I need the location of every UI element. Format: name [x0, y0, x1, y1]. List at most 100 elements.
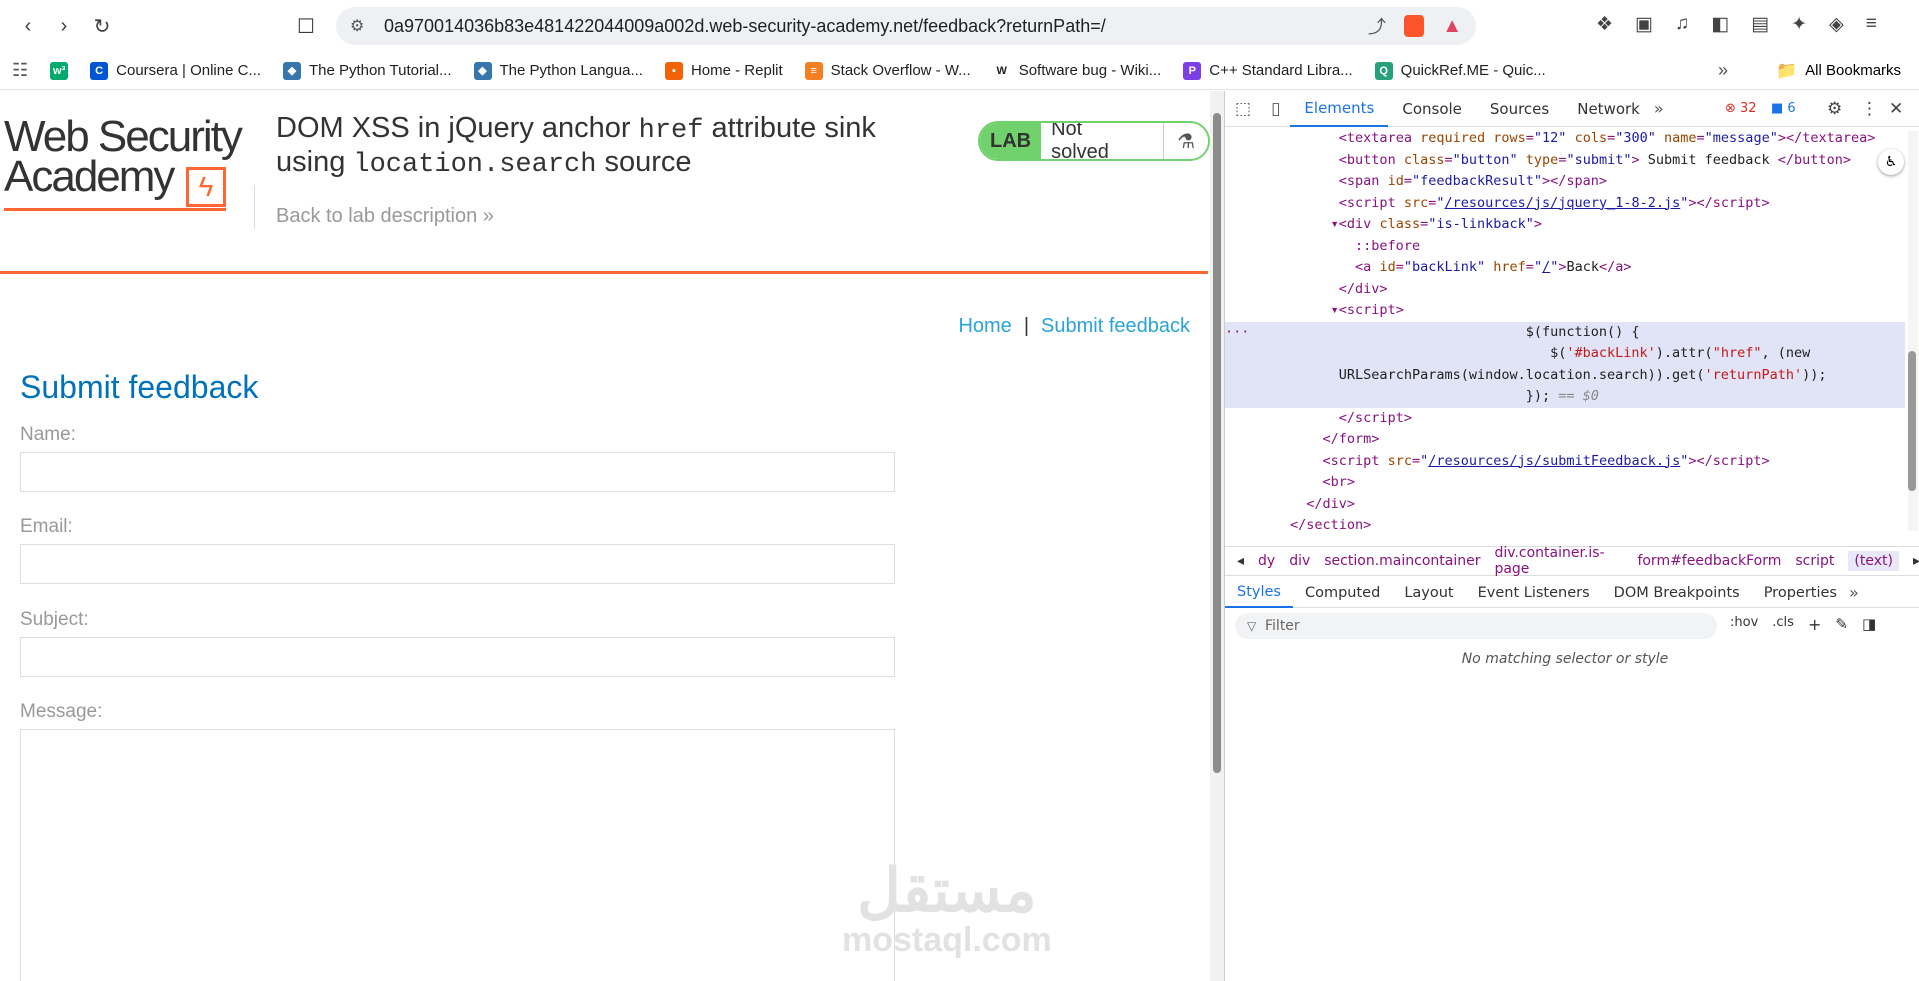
- bookmark-item[interactable]: C Coursera | Online C...: [90, 61, 261, 80]
- dom-line[interactable]: <a id="backLink" href="/">Back</a>: [1225, 257, 1905, 279]
- dom-line[interactable]: ▾<div class="is-linkback">: [1225, 214, 1905, 236]
- dom-line[interactable]: </div>: [1225, 494, 1905, 516]
- tab-elements[interactable]: Elements: [1290, 91, 1389, 127]
- reader-mode-icon[interactable]: ▣: [1635, 13, 1653, 36]
- dom-line-selected[interactable]: ··· $(function() {: [1225, 321, 1905, 343]
- tab-dom-breakpoints[interactable]: DOM Breakpoints: [1602, 578, 1752, 608]
- nav-submit-feedback-link[interactable]: Submit feedback: [1041, 315, 1190, 338]
- extensions-icon[interactable]: ❖: [1596, 13, 1613, 36]
- email-label: Email:: [20, 516, 73, 537]
- bookmark-icon[interactable]: ☐: [290, 10, 322, 42]
- tab-network[interactable]: Network: [1563, 91, 1654, 127]
- more-style-tabs-icon[interactable]: »: [1849, 583, 1859, 602]
- dom-line[interactable]: </form>: [1225, 429, 1905, 451]
- name-input[interactable]: [20, 452, 895, 492]
- subject-input[interactable]: [20, 637, 895, 677]
- dom-line-selected[interactable]: URLSearchParams(window.location.search))…: [1225, 364, 1905, 386]
- inspect-element-icon[interactable]: ⬚: [1225, 99, 1261, 119]
- close-icon[interactable]: ✕: [1889, 99, 1903, 119]
- toggle-sidebar-icon[interactable]: ◨: [1862, 615, 1876, 634]
- back-to-lab-link[interactable]: Back to lab description »: [276, 205, 494, 228]
- devtools-panel: ⬚ ▯ Elements Console Sources Network » ⊗…: [1224, 91, 1919, 981]
- bookmark-item[interactable]: ▪ Home - Replit: [664, 61, 783, 80]
- page-scrollbar-thumb[interactable]: [1213, 113, 1221, 773]
- tab-layout[interactable]: Layout: [1392, 578, 1465, 608]
- tab-event-listeners[interactable]: Event Listeners: [1466, 578, 1602, 608]
- new-rule-icon[interactable]: +: [1808, 615, 1821, 634]
- brave-rewards-icon[interactable]: ▲: [1442, 15, 1462, 38]
- dom-line[interactable]: ▾<script>: [1225, 300, 1905, 322]
- breadcrumb-item[interactable]: div.container.is-page: [1494, 545, 1623, 577]
- page-scrollbar[interactable]: [1210, 91, 1224, 981]
- kebab-menu-icon[interactable]: ⋮: [1861, 99, 1878, 119]
- reload-icon[interactable]: ↻: [86, 10, 118, 42]
- dom-line[interactable]: <div class="footer-wrapper"> </div>: [1225, 537, 1905, 539]
- tab-computed[interactable]: Computed: [1293, 578, 1392, 608]
- menu-icon[interactable]: ≡: [1866, 13, 1877, 36]
- dom-line[interactable]: </section>: [1225, 515, 1905, 537]
- breadcrumb-item[interactable]: div: [1289, 553, 1310, 569]
- leo-ai-icon[interactable]: ✦: [1791, 13, 1807, 36]
- more-bookmarks-icon[interactable]: »: [1718, 60, 1728, 81]
- cls-toggle[interactable]: .cls: [1772, 615, 1794, 634]
- hov-toggle[interactable]: :hov: [1730, 615, 1758, 634]
- settings-gear-icon[interactable]: ⚙: [1827, 99, 1842, 119]
- address-bar[interactable]: ⚙ 0a970014036b83e481422044009a002d.web-s…: [336, 7, 1476, 45]
- wallet-icon[interactable]: ▤: [1751, 13, 1769, 36]
- dom-line-selected[interactable]: }); == $0: [1225, 386, 1905, 408]
- dom-line[interactable]: </div>: [1225, 279, 1905, 301]
- dom-line[interactable]: <button class="button" type="submit"> Su…: [1225, 150, 1905, 172]
- dom-line-selected[interactable]: $('#backLink').attr("href", (new: [1225, 343, 1905, 365]
- dom-line[interactable]: <script src="/resources/js/jquery_1-8-2.…: [1225, 193, 1905, 215]
- styles-filter-input[interactable]: ▽ Filter: [1235, 613, 1717, 639]
- paint-brush-icon[interactable]: ✎: [1835, 615, 1848, 634]
- bookmark-item[interactable]: Q QuickRef.ME - Quic...: [1374, 61, 1546, 80]
- page-heading: Submit feedback: [20, 369, 259, 405]
- dom-line[interactable]: <br>: [1225, 472, 1905, 494]
- message-count[interactable]: ■ 6: [1771, 101, 1796, 116]
- vpn-icon[interactable]: ◈: [1829, 13, 1844, 36]
- breadcrumb-item[interactable]: dy: [1258, 553, 1275, 569]
- brave-shields-icon[interactable]: [1404, 15, 1424, 37]
- bookmark-item[interactable]: P C++ Standard Libra...: [1183, 61, 1353, 80]
- email-input[interactable]: [20, 544, 895, 584]
- nav-home-link[interactable]: Home: [958, 315, 1011, 338]
- bookmark-item[interactable]: w³: [50, 61, 69, 80]
- bookmark-item[interactable]: ≡ Stack Overflow - W...: [804, 61, 971, 80]
- breadcrumb-scroll-right-icon[interactable]: ▸: [1913, 553, 1919, 569]
- error-count[interactable]: ⊗ 32: [1725, 101, 1757, 116]
- breadcrumb-scroll-left-icon[interactable]: ◂: [1237, 553, 1244, 569]
- message-textarea[interactable]: [20, 729, 895, 981]
- tab-styles[interactable]: Styles: [1225, 578, 1293, 608]
- bookmark-item[interactable]: ◆ The Python Tutorial...: [282, 61, 452, 80]
- breadcrumb-item-current[interactable]: (text): [1848, 551, 1899, 571]
- accessibility-icon[interactable]: ♿: [1878, 149, 1904, 175]
- tab-properties[interactable]: Properties: [1752, 578, 1849, 608]
- bookmark-item[interactable]: ◆ The Python Langua...: [473, 61, 643, 80]
- apps-grid-icon[interactable]: ☷: [12, 60, 28, 81]
- back-arrow-icon[interactable]: ‹: [12, 10, 44, 42]
- breadcrumb-item[interactable]: section.maincontainer: [1324, 553, 1480, 569]
- breadcrumb-item[interactable]: form#feedbackForm: [1637, 553, 1781, 569]
- dom-line[interactable]: <textarea required rows="12" cols="300" …: [1225, 128, 1905, 150]
- bookmark-item[interactable]: W Software bug - Wiki...: [992, 61, 1161, 80]
- media-icon[interactable]: ♫: [1675, 13, 1689, 36]
- tab-sources[interactable]: Sources: [1476, 91, 1563, 127]
- sidebar-icon[interactable]: ◧: [1711, 13, 1729, 36]
- dom-line[interactable]: <span id="feedbackResult"></span>: [1225, 171, 1905, 193]
- dom-line[interactable]: </script>: [1225, 408, 1905, 430]
- tab-console[interactable]: Console: [1388, 91, 1476, 127]
- dom-scrollbar[interactable]: [1908, 131, 1918, 531]
- dom-scrollbar-thumb[interactable]: [1908, 351, 1916, 491]
- dom-tree[interactable]: <textarea required rows="12" cols="300" …: [1225, 128, 1905, 538]
- dom-line[interactable]: ::before: [1225, 236, 1905, 258]
- more-tabs-icon[interactable]: »: [1654, 99, 1664, 118]
- share-icon[interactable]: ⤴: [1368, 13, 1386, 39]
- breadcrumb-item[interactable]: script: [1795, 553, 1834, 569]
- all-bookmarks-folder[interactable]: 📁 All Bookmarks: [1776, 61, 1901, 81]
- dom-line[interactable]: <script src="/resources/js/submitFeedbac…: [1225, 451, 1905, 473]
- device-toolbar-icon[interactable]: ▯: [1261, 99, 1290, 119]
- url-text[interactable]: 0a970014036b83e481422044009a002d.web-sec…: [384, 16, 1106, 37]
- site-settings-icon[interactable]: ⚙: [350, 16, 364, 36]
- forward-arrow-icon[interactable]: ›: [48, 10, 80, 42]
